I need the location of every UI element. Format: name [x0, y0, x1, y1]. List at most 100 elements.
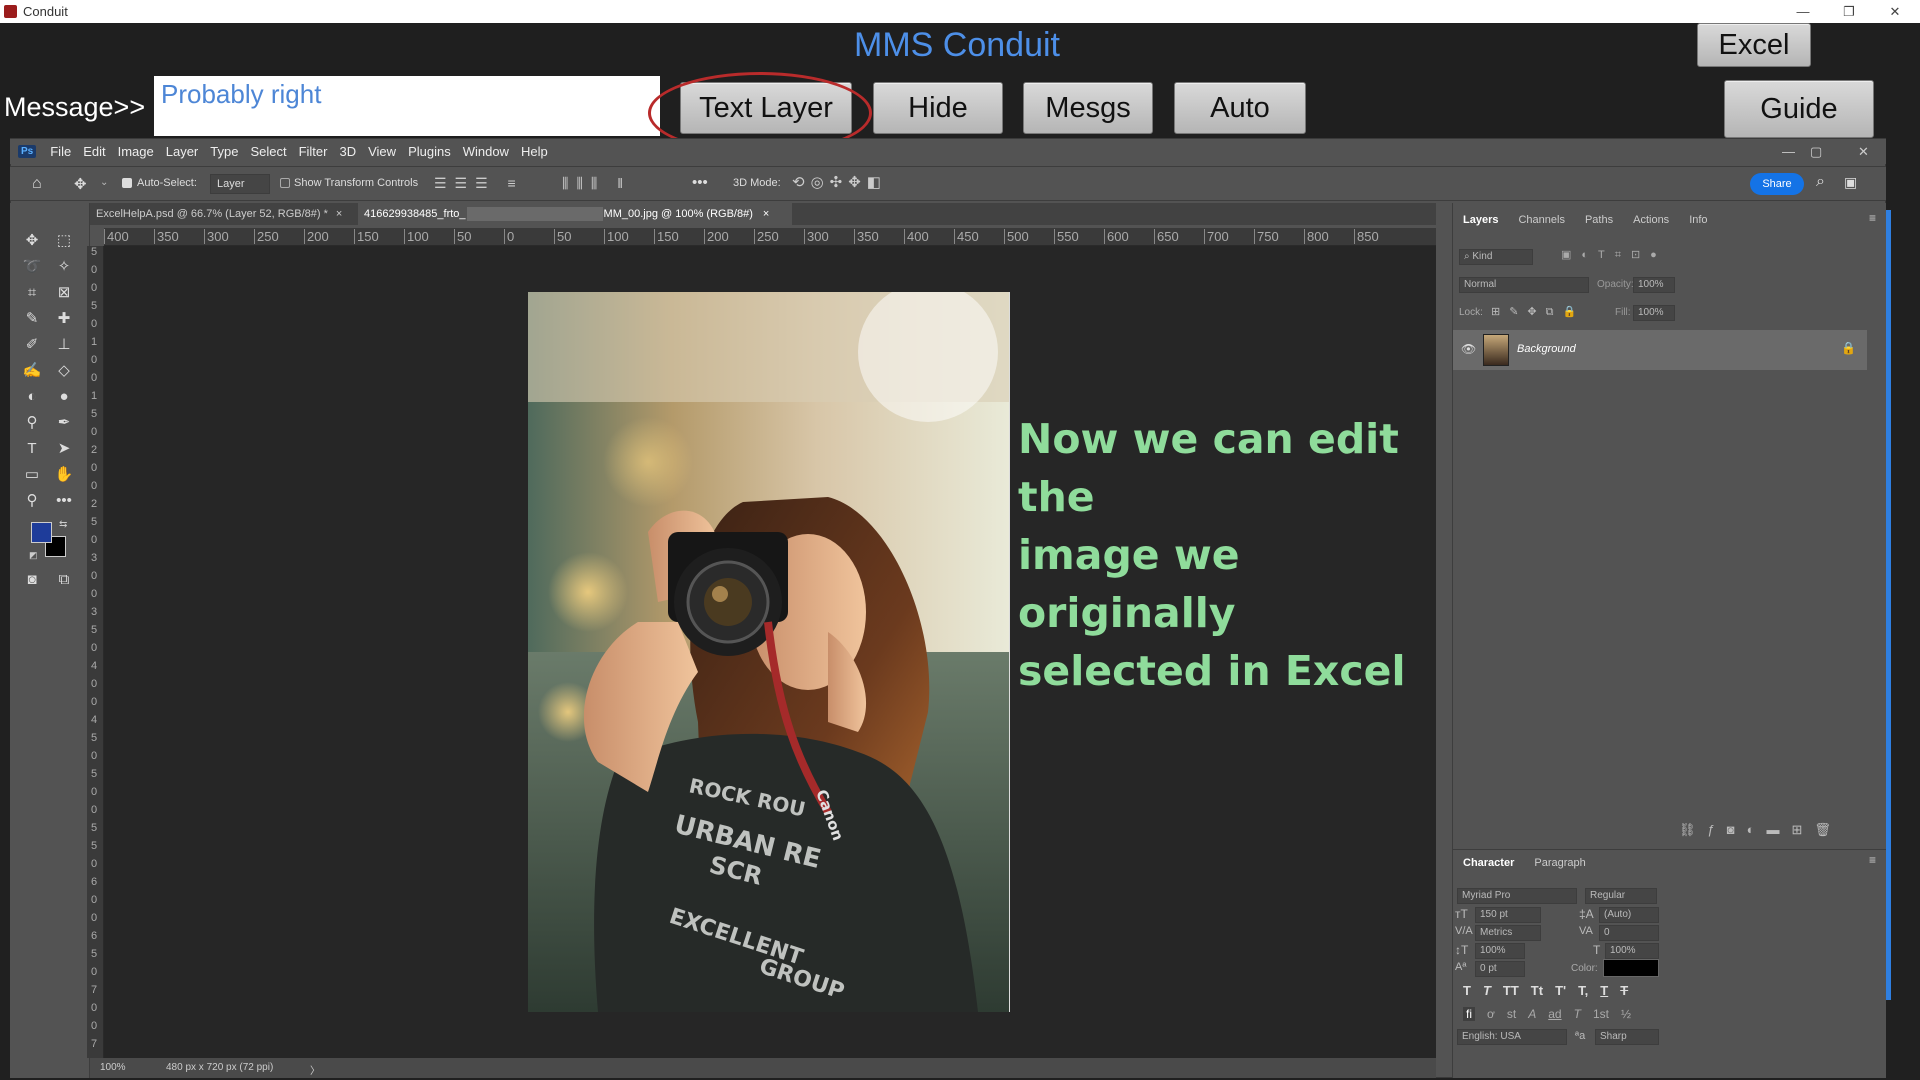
close-tab-icon[interactable]: × [763, 208, 769, 220]
subscript-button[interactable]: T, [1578, 983, 1588, 998]
blend-mode-select[interactable]: Normal [1459, 277, 1589, 293]
lasso-tool-icon[interactable]: ➰ [21, 255, 43, 277]
swap-colors-icon[interactable]: ⇆ [59, 519, 67, 530]
tracking-field[interactable]: 0 [1599, 925, 1659, 941]
menu-edit[interactable]: Edit [83, 144, 105, 159]
brush-tool-icon[interactable]: ✐ [21, 333, 43, 355]
ps-minimize-button[interactable]: — [1782, 144, 1795, 159]
3d-mode-icons[interactable]: ⟲◎✣✥◧ [792, 173, 887, 191]
auto-select-checkbox[interactable] [122, 178, 132, 188]
antialias-select[interactable]: Sharp [1595, 1029, 1659, 1045]
horizontal-scale-field[interactable]: 100% [1605, 943, 1659, 959]
baseline-shift-field[interactable]: 0 pt [1475, 961, 1525, 977]
tab-info[interactable]: Info [1679, 214, 1717, 226]
more-tools-icon[interactable]: ••• [53, 489, 75, 511]
tab-channels[interactable]: Channels [1508, 214, 1574, 226]
kerning-field[interactable]: Metrics [1475, 925, 1541, 941]
panel-menu-icon[interactable]: ≡ [1869, 853, 1876, 867]
menu-3d[interactable]: 3D [339, 144, 356, 159]
language-select[interactable]: English: USA [1457, 1029, 1567, 1045]
menu-plugins[interactable]: Plugins [408, 144, 451, 159]
status-arrow-icon[interactable]: 〉 [310, 1062, 320, 1077]
layer-filter-kind[interactable]: ⌕ Kind [1459, 249, 1533, 265]
tab-active-image[interactable]: 416629938485_frto_ MM_00.jpg @ 100% (RGB… [358, 203, 792, 225]
foreground-color-swatch[interactable] [31, 522, 52, 543]
pen-tool-icon[interactable]: ✒ [53, 411, 75, 433]
hide-button[interactable]: Hide [873, 82, 1003, 134]
show-transform-checkbox[interactable] [280, 178, 290, 188]
history-brush-icon[interactable]: ✍ [21, 359, 43, 381]
menu-view[interactable]: View [368, 144, 396, 159]
guide-button[interactable]: Guide [1724, 80, 1874, 138]
menu-help[interactable]: Help [521, 144, 548, 159]
ordinals-button[interactable]: 1st [1593, 1007, 1609, 1021]
rectangle-tool-icon[interactable]: ▭ [21, 463, 43, 485]
align-icons[interactable]: ☰☰☰ ≡ [434, 175, 524, 192]
menu-select[interactable]: Select [250, 144, 286, 159]
fill-field[interactable]: 100% [1633, 305, 1675, 321]
font-family-select[interactable]: Myriad Pro [1457, 888, 1577, 904]
healing-brush-icon[interactable]: ✚ [53, 307, 75, 329]
quick-mask-icon[interactable]: ◙ [21, 568, 43, 590]
menu-layer[interactable]: Layer [166, 144, 199, 159]
minimize-button[interactable]: — [1780, 0, 1826, 23]
default-colors-icon[interactable]: ◩ [29, 550, 38, 561]
restore-button[interactable]: ❐ [1826, 0, 1872, 23]
opacity-field[interactable]: 100% [1633, 277, 1675, 293]
superscript-button[interactable]: T' [1555, 983, 1566, 998]
all-caps-button[interactable]: TT [1503, 983, 1519, 998]
hand-tool-icon[interactable]: ✋ [53, 463, 75, 485]
small-caps-button[interactable]: Tt [1531, 983, 1543, 998]
panel-menu-icon[interactable]: ≡ [1869, 211, 1876, 225]
more-options-icon[interactable]: ••• [692, 174, 708, 191]
font-style-select[interactable]: Regular [1585, 888, 1657, 904]
zoom-tool-icon[interactable]: ⚲ [21, 489, 43, 511]
font-size-field[interactable]: 150 pt [1475, 907, 1541, 923]
ps-close-button[interactable]: ✕ [1858, 144, 1869, 160]
distribute-icons[interactable]: ⫼⫼⫼ ‖ [562, 175, 631, 192]
crop-tool-icon[interactable]: ⌗ [21, 281, 43, 303]
leading-field[interactable]: (Auto) [1599, 907, 1659, 923]
discretionary-ligatures-button[interactable]: st [1507, 1007, 1516, 1021]
blur-tool-icon[interactable]: ● [53, 385, 75, 407]
move-tool-icon[interactable]: ✥ [21, 229, 43, 251]
layer-name[interactable]: Background [1517, 343, 1576, 355]
eyedropper-icon[interactable]: ✎ [21, 307, 43, 329]
menu-file[interactable]: File [50, 144, 71, 159]
strikethrough-button[interactable]: T [1620, 983, 1628, 998]
type-tool-icon[interactable]: T [21, 437, 43, 459]
vertical-scale-field[interactable]: 100% [1475, 943, 1525, 959]
home-icon[interactable]: ⌂ [32, 175, 42, 193]
tab-excelhelpa[interactable]: ExcelHelpA.psd @ 66.7% (Layer 52, RGB/8#… [90, 203, 352, 225]
close-window-button[interactable]: ✕ [1872, 0, 1918, 23]
eraser-icon[interactable]: ◇ [53, 359, 75, 381]
text-color-swatch[interactable] [1603, 959, 1659, 977]
layer-dropdown[interactable]: Layer [210, 174, 270, 194]
titling-alternates-button[interactable]: T [1574, 1007, 1581, 1021]
stylistic-alternates-button[interactable]: ad [1548, 1007, 1561, 1021]
auto-button[interactable]: Auto [1174, 82, 1306, 134]
path-select-icon[interactable]: ➤ [53, 437, 75, 459]
workspace-icon[interactable]: ▣ [1844, 174, 1857, 191]
message-field[interactable]: Probably right [154, 76, 660, 136]
fractions-button[interactable]: ½ [1621, 1007, 1631, 1021]
close-tab-icon[interactable]: × [336, 208, 342, 220]
menu-image[interactable]: Image [118, 144, 154, 159]
tab-layers[interactable]: Layers [1453, 214, 1508, 226]
swash-button[interactable]: A [1528, 1007, 1536, 1021]
frame-tool-icon[interactable]: ⊠ [53, 281, 75, 303]
old-style-button[interactable]: ơ [1487, 1007, 1495, 1021]
gradient-tool-icon[interactable]: ◐ [21, 385, 43, 407]
search-icon[interactable]: ⌕ [1816, 173, 1825, 191]
ligatures-button[interactable]: fi [1463, 1007, 1475, 1021]
tab-paths[interactable]: Paths [1575, 214, 1623, 226]
dodge-tool-icon[interactable]: ⚲ [21, 411, 43, 433]
excel-button[interactable]: Excel [1697, 23, 1811, 67]
eye-icon[interactable]: 👁 [1461, 342, 1476, 356]
stamp-tool-icon[interactable]: ⊥ [53, 333, 75, 355]
layer-footer-icons[interactable]: ⛓ƒ◙◐▬⊞🗑 [1679, 822, 1843, 838]
screen-mode-icon[interactable]: ⧉ [53, 568, 75, 590]
ps-maximize-button[interactable]: ▢ [1810, 144, 1822, 160]
menu-window[interactable]: Window [463, 144, 509, 159]
mesgs-button[interactable]: Mesgs [1023, 82, 1153, 134]
